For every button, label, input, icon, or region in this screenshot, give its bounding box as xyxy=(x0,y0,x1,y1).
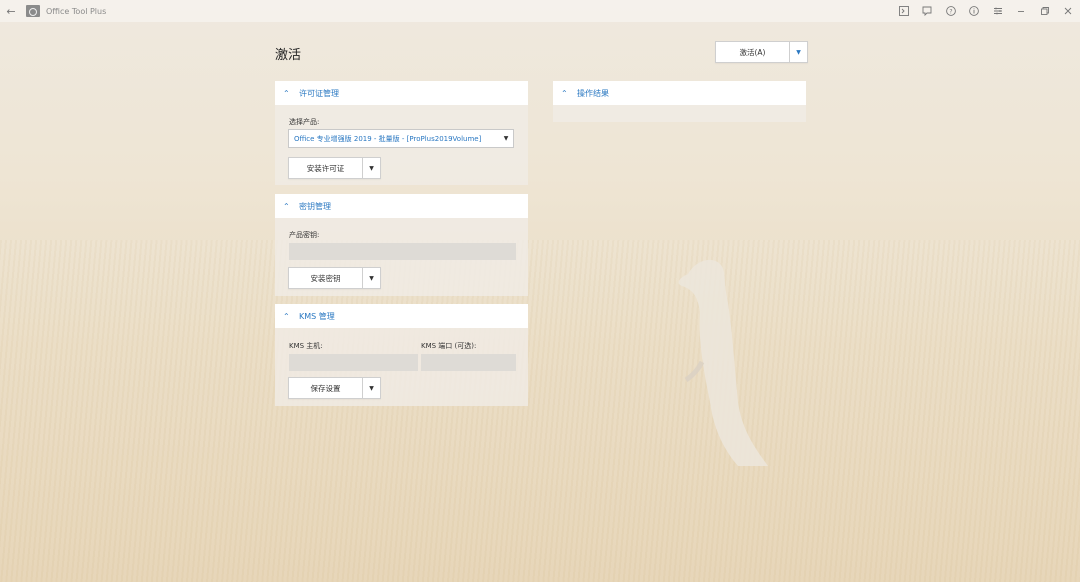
operation-result-title: 操作结果 xyxy=(577,88,609,98)
title-bar-controls: ? xyxy=(892,0,1080,22)
collapse-chevron-icon: ⌃ xyxy=(283,311,290,321)
select-product-label: 选择产品: xyxy=(289,118,320,126)
info-icon[interactable] xyxy=(963,0,987,22)
help-icon[interactable]: ? xyxy=(939,0,963,22)
settings-icon[interactable] xyxy=(986,0,1010,22)
kms-management-card: ⌃ KMS 管理 KMS 主机: KMS 端口 (可选): 保存设置 ▼ xyxy=(275,304,528,406)
install-key-dropdown-chevron-icon[interactable]: ▼ xyxy=(363,268,380,288)
svg-text:?: ? xyxy=(949,8,952,15)
operation-result-card: ⌃ 操作结果 xyxy=(553,81,806,122)
background-meerkat-image xyxy=(678,259,768,466)
title-bar: ← Office Tool Plus ? xyxy=(0,0,1080,22)
install-license-split-button: 安装许可证 ▼ xyxy=(288,157,381,179)
key-management-card: ⌃ 密钥管理 产品密钥: 安装密钥 ▼ xyxy=(275,194,528,296)
operation-result-header[interactable]: ⌃ 操作结果 xyxy=(553,81,806,105)
window-title: Office Tool Plus xyxy=(46,6,107,16)
product-select-value: Office 专业增强版 2019 - 批量版 - [ProPlus2019Vo… xyxy=(294,134,482,143)
feedback-icon[interactable] xyxy=(916,0,940,22)
chevron-down-icon: ▼ xyxy=(503,135,509,142)
activate-dropdown-chevron-icon[interactable]: ▼ xyxy=(790,42,807,62)
console-icon[interactable] xyxy=(892,0,916,22)
license-management-title: 许可证管理 xyxy=(299,88,339,98)
back-arrow-icon[interactable]: ← xyxy=(0,0,22,22)
collapse-chevron-icon: ⌃ xyxy=(283,88,290,98)
kms-port-label: KMS 端口 (可选): xyxy=(421,342,477,350)
save-settings-split-button: 保存设置 ▼ xyxy=(288,377,381,399)
key-management-header[interactable]: ⌃ 密钥管理 xyxy=(275,194,528,218)
save-settings-dropdown-chevron-icon[interactable]: ▼ xyxy=(363,378,380,398)
collapse-chevron-icon: ⌃ xyxy=(561,88,568,98)
kms-host-label: KMS 主机: xyxy=(289,342,323,350)
save-settings-button[interactable]: 保存设置 xyxy=(289,378,363,398)
license-management-card: ⌃ 许可证管理 选择产品: Office 专业增强版 2019 - 批量版 - … xyxy=(275,81,528,185)
product-key-label: 产品密钥: xyxy=(289,231,320,239)
kms-port-input[interactable] xyxy=(421,354,516,371)
restore-icon[interactable] xyxy=(1033,0,1057,22)
minimize-icon[interactable] xyxy=(1010,0,1034,22)
install-license-button[interactable]: 安装许可证 xyxy=(289,158,363,178)
kms-management-header[interactable]: ⌃ KMS 管理 xyxy=(275,304,528,328)
kms-host-input[interactable] xyxy=(289,354,418,371)
kms-management-title: KMS 管理 xyxy=(299,311,335,321)
app-logo-icon xyxy=(26,5,40,17)
close-icon[interactable] xyxy=(1057,0,1080,22)
install-license-dropdown-chevron-icon[interactable]: ▼ xyxy=(363,158,380,178)
install-key-split-button: 安装密钥 ▼ xyxy=(288,267,381,289)
collapse-chevron-icon: ⌃ xyxy=(283,201,290,211)
product-select[interactable]: Office 专业增强版 2019 - 批量版 - [ProPlus2019Vo… xyxy=(288,129,514,148)
key-management-title: 密钥管理 xyxy=(299,201,331,211)
install-key-button[interactable]: 安装密钥 xyxy=(289,268,363,288)
background-grass xyxy=(0,240,1080,582)
page-title: 激活 xyxy=(275,48,302,63)
license-management-header[interactable]: ⌃ 许可证管理 xyxy=(275,81,528,105)
activate-split-button: 激活(A) ▼ xyxy=(715,41,808,63)
activate-button[interactable]: 激活(A) xyxy=(716,42,790,62)
product-key-input[interactable] xyxy=(289,243,516,260)
